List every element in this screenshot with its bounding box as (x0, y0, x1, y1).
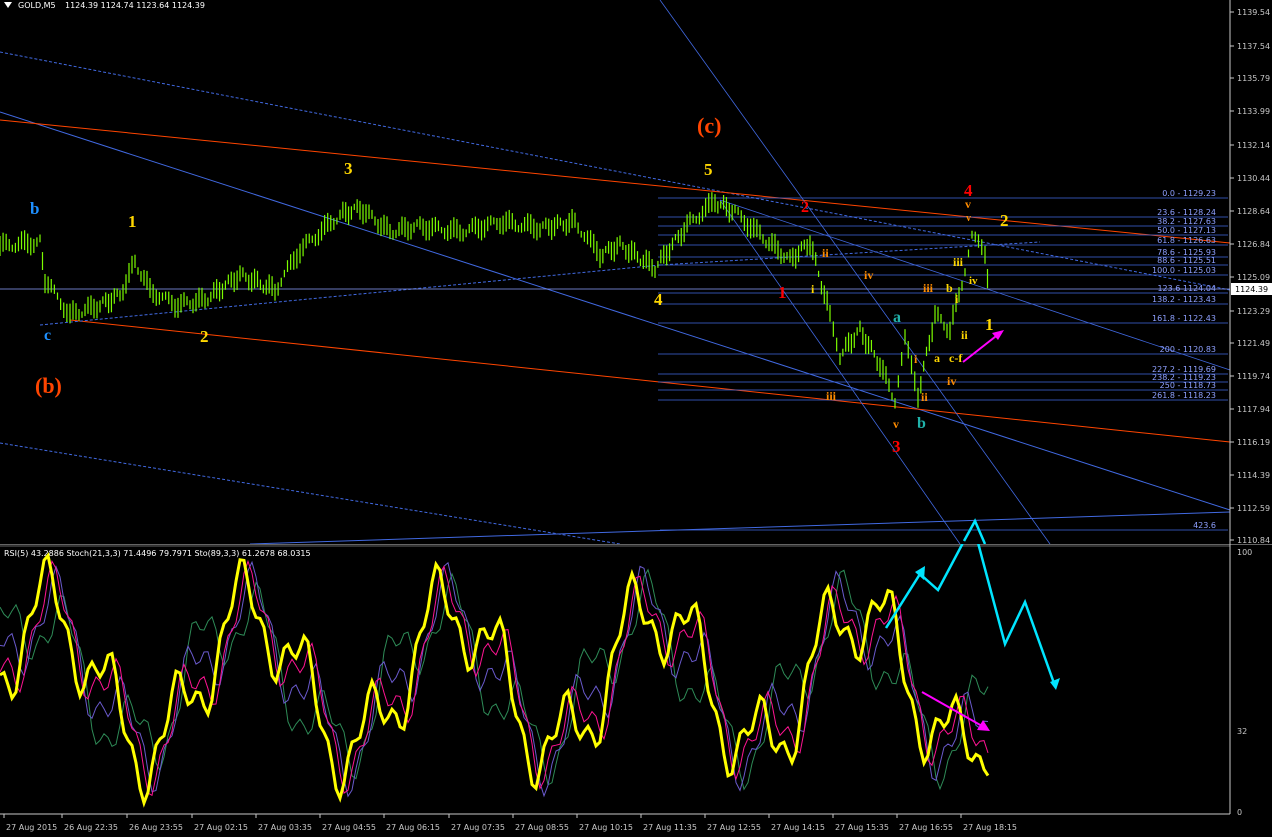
price-axis-label: 1116.19 (1237, 438, 1270, 447)
fib-label: 38.2 - 1127.63 (1157, 217, 1216, 226)
wave-label: 1 (985, 315, 994, 334)
price-axis-label: 1135.79 (1237, 74, 1270, 83)
wave-label: c (44, 327, 51, 344)
time-axis-label: 27 Aug 04:55 (322, 823, 376, 832)
wave-label: v (893, 417, 899, 431)
wave-label: v (965, 197, 971, 211)
wave-label: (b) (35, 373, 62, 398)
wave-label: 2 (1000, 211, 1009, 230)
price-axis-label: 1133.99 (1237, 107, 1270, 116)
price-axis-label: 1126.84 (1237, 240, 1270, 249)
wave-label: 2 (200, 327, 209, 346)
time-axis-label: 26 Aug 23:55 (129, 823, 183, 832)
fib-label: 200 - 1120.83 (1160, 345, 1216, 354)
time-axis-label: 27 Aug 10:15 (579, 823, 633, 832)
oscillator-axis-label: 32 (1237, 727, 1247, 736)
current-price-label: 1124.39 (1235, 285, 1268, 294)
price-axis-label: 1125.09 (1237, 273, 1270, 282)
wave-label: 1 (128, 212, 137, 231)
price-axis-label: 1121.49 (1237, 339, 1270, 348)
oscillator-axis-label: 100 (1237, 548, 1252, 557)
wave-label: v (966, 213, 971, 224)
price-axis-label: 1139.54 (1237, 8, 1270, 17)
wave-label: 3 (892, 437, 901, 456)
fib-label: 88.6 - 1125.51 (1157, 256, 1216, 265)
wave-label: iii (826, 389, 837, 403)
oscillator-panel[interactable]: RSI(5) 43.2886 Stoch(21,3,3) 71.4496 79.… (0, 544, 1272, 837)
fib-label: 261.8 - 1118.23 (1152, 391, 1216, 400)
price-axis-label: 1130.44 (1237, 174, 1270, 183)
time-axis-label: 27 Aug 02:15 (194, 823, 248, 832)
time-axis-label: 26 Aug 22:35 (64, 823, 118, 832)
wave-label: a (893, 309, 901, 326)
wave-label: 3 (344, 159, 353, 178)
wave-label: iii (953, 255, 964, 269)
oscillator-axis-label: 0 (1237, 808, 1242, 817)
wave-label: 4 (654, 290, 663, 309)
fib-label: 100.0 - 1125.03 (1152, 266, 1216, 275)
symbol-header: GOLD,M5 (18, 1, 56, 10)
time-axis-label: 27 Aug 18:15 (963, 823, 1017, 832)
time-axis-label: 27 Aug 16:55 (899, 823, 953, 832)
wave-label: iii (923, 281, 934, 295)
time-axis-label: 27 Aug 07:35 (451, 823, 505, 832)
wave-label: (c) (697, 113, 721, 138)
wave-label: 5 (704, 160, 713, 179)
wave-label: 2 (801, 199, 809, 216)
time-axis-label: 27 Aug 2015 (6, 823, 57, 832)
ohlc-header: 1124.39 1124.74 1123.64 1124.39 (65, 1, 205, 10)
time-axis-label: 27 Aug 11:35 (643, 823, 697, 832)
wave-label: iv (969, 275, 978, 287)
fib-label: 61.8 - 1126.63 (1157, 236, 1216, 245)
wave-label: b (917, 415, 926, 432)
fib-label: 23.6 - 1128.24 (1157, 208, 1216, 217)
price-axis-label: 1117.94 (1237, 405, 1270, 414)
wave-label: 1 (778, 283, 787, 302)
wave-label: b (946, 281, 953, 295)
time-axis-label: 27 Aug 14:15 (771, 823, 825, 832)
price-axis-label: 1110.84 (1237, 536, 1270, 544)
fib-label: 0.0 - 1129.23 (1162, 189, 1216, 198)
wave-label: b (30, 199, 39, 218)
fib-label: 123.6 1124.04 (1157, 284, 1216, 293)
price-axis-label: 1132.14 (1237, 141, 1270, 150)
wave-label: iv (864, 268, 873, 282)
price-axis-label: 1123.29 (1237, 307, 1270, 316)
wave-label: ii (822, 246, 829, 260)
fib-label: 138.2 - 1123.43 (1152, 295, 1216, 304)
fib-label: 161.8 - 1122.43 (1152, 314, 1216, 323)
wave-label: ii (921, 390, 928, 404)
wave-label: iv (947, 374, 956, 388)
fib-label: 423.6 (1193, 521, 1216, 530)
wave-label: c-f (949, 351, 963, 365)
price-axis-label: 1114.39 (1237, 471, 1270, 480)
price-chart[interactable]: 0.0 - 1129.23 23.6 - 1128.2438.2 - 1127.6… (0, 0, 1272, 544)
time-axis-label: 27 Aug 12:55 (707, 823, 761, 832)
time-axis-label: 27 Aug 03:35 (258, 823, 312, 832)
time-axis-label: 27 Aug 08:55 (515, 823, 569, 832)
time-axis-label: 27 Aug 15:35 (835, 823, 889, 832)
fib-label: 50.0 - 1127.13 (1157, 226, 1216, 235)
wave-label: a (934, 351, 940, 365)
wave-label: ii (961, 328, 968, 342)
fib-label: 250 - 1118.73 (1160, 381, 1216, 390)
price-axis-label: 1112.59 (1237, 504, 1270, 513)
indicator-header: RSI(5) 43.2886 Stoch(21,3,3) 71.4496 79.… (4, 549, 311, 558)
price-axis-label: 1137.54 (1237, 42, 1270, 51)
time-axis-label: 27 Aug 06:15 (386, 823, 440, 832)
price-axis-label: 1119.74 (1237, 372, 1270, 381)
price-axis-label: 1128.64 (1237, 207, 1270, 216)
